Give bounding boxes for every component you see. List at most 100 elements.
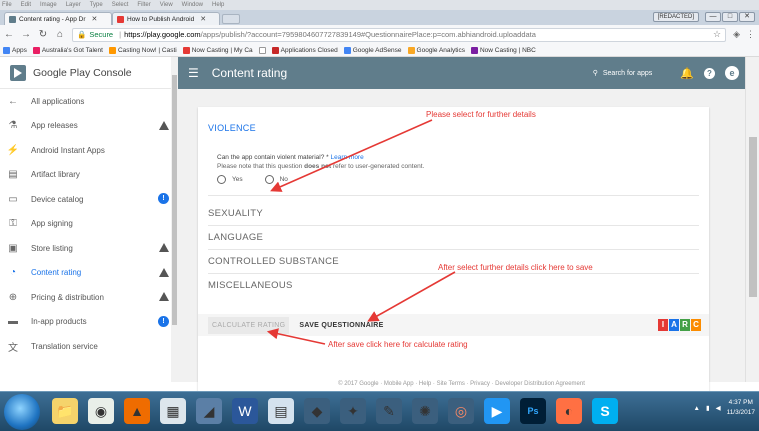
android-studio-icon[interactable]: ▶: [484, 398, 510, 424]
app-icon[interactable]: ✎: [376, 398, 402, 424]
sidebar-item-in-app-products[interactable]: ▬ In-app products !: [0, 310, 177, 335]
sidebar-item-app-signing[interactable]: ⚿ App signing: [0, 212, 177, 237]
learn-more-link[interactable]: Learn more: [330, 154, 363, 161]
questionnaire-actions: CALCULATE RATING SAVE QUESTIONNAIRE I A …: [198, 314, 709, 336]
section-sexuality[interactable]: SEXUALITY: [208, 208, 263, 219]
start-button[interactable]: [4, 394, 40, 430]
menu-item[interactable]: File: [2, 2, 12, 8]
sidebar-item-label: Store listing: [31, 243, 73, 253]
sidebar-item-artifact-library[interactable]: ▤ Artifact library: [0, 163, 177, 188]
browser-menu-icon[interactable]: ⋮: [746, 29, 755, 40]
menu-item[interactable]: Help: [212, 2, 224, 8]
skype-icon[interactable]: S: [592, 398, 618, 424]
yes-radio[interactable]: [217, 175, 226, 184]
tray-arrow-icon[interactable]: ▲: [694, 405, 700, 412]
bookmark-item[interactable]: Now Casting | My Ca: [182, 46, 253, 54]
sidebar-scrollbar[interactable]: [171, 57, 178, 382]
menu-item[interactable]: Image: [40, 2, 57, 8]
sidebar-item-pricing-distribution[interactable]: ⊕ Pricing & distribution: [0, 285, 177, 310]
tab-how-to-publish[interactable]: How to Publish Android ✕: [112, 12, 220, 25]
sidebar-item-device-catalog[interactable]: ▭ Device catalog !: [0, 187, 177, 212]
section-language[interactable]: LANGUAGE: [208, 232, 263, 243]
menu-item[interactable]: Edit: [21, 2, 31, 8]
profile-chip[interactable]: [REDACTED]: [652, 12, 699, 22]
back-arrow-icon[interactable]: ←: [4, 29, 14, 40]
word-icon[interactable]: W: [232, 398, 258, 424]
menu-item[interactable]: Select: [112, 2, 129, 8]
calculate-rating-button[interactable]: CALCULATE RATING: [208, 316, 290, 334]
close-window-icon[interactable]: ✕: [739, 12, 755, 22]
bell-icon[interactable]: 🔔: [680, 67, 694, 80]
reload-icon[interactable]: ↻: [38, 29, 48, 40]
bookmark-item[interactable]: Now Casting | NBC: [470, 46, 536, 54]
volume-icon[interactable]: ◀: [716, 404, 721, 412]
sidebar-item-store-listing[interactable]: ▣ Store listing: [0, 236, 177, 261]
new-tab-button[interactable]: [222, 14, 240, 24]
vlc-icon[interactable]: ▲: [124, 398, 150, 424]
page-title: Content rating: [211, 66, 288, 80]
photoshop-icon[interactable]: Ps: [520, 398, 546, 424]
sidebar-item-android-instant-apps[interactable]: ⚡ Android Instant Apps: [0, 138, 177, 163]
extension-icon[interactable]: ◈: [733, 29, 740, 40]
search-icon: ⚲: [592, 70, 598, 77]
menu-item[interactable]: Layer: [66, 2, 81, 8]
section-controlled-substance[interactable]: CONTROLLED SUBSTANCE: [208, 256, 339, 267]
scrollbar-thumb[interactable]: [172, 75, 177, 325]
bookmark-item[interactable]: Applications Closed: [271, 46, 338, 54]
section-miscellaneous[interactable]: MISCELLANEOUS: [208, 280, 293, 291]
help-icon[interactable]: ?: [704, 67, 715, 79]
globe-icon: ⊕: [8, 291, 18, 303]
sidebar-item-app-releases[interactable]: ⚗ App releases: [0, 114, 177, 139]
bookmark-item[interactable]: Google Analytics: [407, 46, 465, 54]
avatar[interactable]: e: [725, 66, 739, 80]
folder-icon[interactable]: 📁: [52, 398, 78, 424]
section-violence[interactable]: VIOLENCE: [208, 123, 256, 133]
firefox-icon[interactable]: ◐: [556, 398, 582, 424]
sidebar-item-content-rating[interactable]: ◔ Content rating: [0, 261, 177, 286]
sidebar: Google Play Console ← All applications ⚗…: [0, 57, 178, 382]
chrome-icon[interactable]: ◉: [88, 398, 114, 424]
no-radio[interactable]: [264, 175, 274, 184]
tab-content-rating[interactable]: Content rating - App Dr ✕: [4, 12, 112, 25]
menu-item[interactable]: View: [160, 2, 173, 8]
url-input[interactable]: 🔒 Secure | https://play.google.com /apps…: [72, 27, 727, 42]
notepad-icon[interactable]: ▤: [268, 398, 294, 424]
play-console-favicon-icon: [9, 15, 16, 23]
bookmark-item[interactable]: Casting Now! | Casti: [108, 46, 177, 54]
network-icon[interactable]: ▮: [706, 404, 710, 412]
minimize-icon[interactable]: —: [705, 12, 721, 22]
calculator-icon[interactable]: ▦: [160, 398, 186, 424]
app-icon[interactable]: ✺: [412, 398, 438, 424]
bookmark-star-icon[interactable]: ☆: [713, 29, 721, 40]
bookmark-favicon-icon: [271, 46, 279, 54]
bookmark-apps[interactable]: Apps: [3, 46, 27, 54]
menu-item[interactable]: Type: [90, 2, 103, 8]
menu-item[interactable]: Window: [182, 2, 203, 8]
close-tab-icon[interactable]: ✕: [91, 15, 97, 23]
sidebar-header[interactable]: Google Play Console: [0, 57, 177, 89]
media-icon[interactable]: ◎: [448, 398, 474, 424]
app-icon[interactable]: ✦: [340, 398, 366, 424]
maximize-icon[interactable]: □: [722, 12, 738, 22]
scrollbar-thumb[interactable]: [749, 137, 757, 297]
search-box[interactable]: ⚲ Search for apps: [592, 69, 653, 78]
sidebar-item-translation-service[interactable]: 文 Translation service: [0, 334, 177, 359]
app-icon[interactable]: ◢: [196, 398, 222, 424]
forward-arrow-icon[interactable]: →: [21, 29, 31, 40]
bookmark-item[interactable]: Google AdSense: [343, 46, 402, 54]
home-icon[interactable]: ⌂: [55, 29, 65, 40]
url-host: https://play.google.com: [124, 30, 201, 39]
annotation-save: After select further details click here …: [438, 263, 593, 272]
main-scrollbar[interactable]: [745, 57, 759, 382]
bookmark-item[interactable]: [258, 46, 266, 54]
menu-icon[interactable]: ☰: [188, 66, 199, 80]
close-tab-icon[interactable]: ✕: [200, 15, 206, 23]
clock[interactable]: 4:37 PM 11/3/2017: [727, 398, 755, 418]
save-questionnaire-button[interactable]: SAVE QUESTIONNAIRE: [299, 322, 383, 329]
sidebar-item-label: Artifact library: [31, 170, 80, 180]
instant-apps-icon: ⚡: [6, 144, 20, 156]
bookmark-item[interactable]: Australia's Got Talent: [32, 46, 103, 54]
sidebar-item-all-applications[interactable]: ← All applications: [0, 89, 177, 114]
app-icon[interactable]: ◆: [304, 398, 330, 424]
menu-item[interactable]: Filter: [137, 2, 150, 8]
